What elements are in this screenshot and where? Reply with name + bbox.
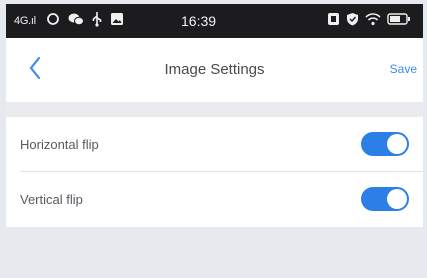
setting-row-horizontal-flip: Horizontal flip: [6, 117, 423, 172]
clock: 16:39: [181, 13, 217, 29]
circle-icon: [46, 12, 60, 31]
wechat-icon: [68, 12, 84, 31]
battery-icon: [387, 12, 411, 30]
vertical-flip-toggle[interactable]: [361, 187, 409, 211]
phone-screen: 4G.ıl 16:39 Image Settings Save Horizont…: [6, 4, 423, 278]
horizontal-flip-toggle[interactable]: [361, 132, 409, 156]
wifi-icon: [365, 12, 381, 31]
image-icon: [110, 12, 124, 31]
settings-list: Horizontal flip Vertical flip: [6, 117, 423, 227]
nav-bar: Image Settings Save: [6, 38, 423, 102]
status-bar-left: 4G.ıl: [14, 11, 132, 32]
nfc-icon: [327, 12, 340, 31]
usb-icon: [92, 11, 102, 32]
save-button[interactable]: Save: [390, 62, 417, 76]
setting-label: Vertical flip: [20, 192, 83, 207]
shield-icon: [346, 12, 359, 31]
signal-indicator: 4G.ıl: [14, 15, 36, 27]
empty-area: [6, 227, 423, 278]
status-bar-right: [327, 12, 417, 30]
status-bar: 4G.ıl 16:39: [6, 4, 423, 38]
setting-row-vertical-flip: Vertical flip: [6, 172, 423, 226]
section-gap: [6, 102, 423, 117]
toggle-knob: [387, 189, 407, 209]
setting-label: Horizontal flip: [20, 137, 99, 152]
toggle-knob: [387, 134, 407, 154]
page-title: Image Settings: [164, 61, 265, 78]
